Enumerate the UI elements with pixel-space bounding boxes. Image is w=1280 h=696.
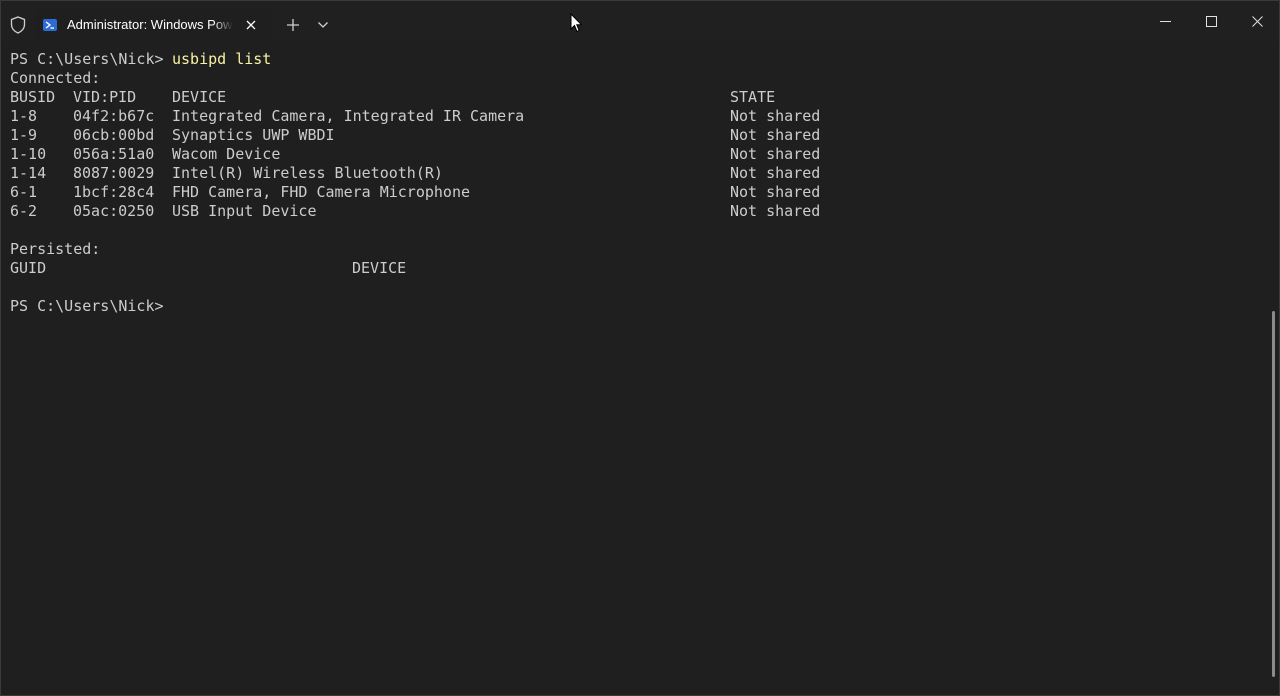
device: Intel(R) Wireless Bluetooth(R) bbox=[172, 164, 443, 182]
minimize-icon bbox=[1160, 21, 1171, 22]
state: Not shared bbox=[730, 145, 821, 163]
table-row: 6-1 1bcf:28c4 FHD Camera, FHD Camera Mic… bbox=[10, 183, 820, 202]
minimize-button[interactable] bbox=[1142, 1, 1188, 41]
busid: 6-2 bbox=[10, 202, 38, 220]
state: Not shared bbox=[730, 202, 821, 220]
header-vidpid: VID:PID bbox=[73, 88, 137, 106]
busid: 1-14 bbox=[10, 164, 47, 182]
command-text: usbipd list bbox=[172, 50, 272, 68]
persisted-header: GUID DEVICE bbox=[10, 259, 406, 278]
vid-pid: 056a:51a0 bbox=[73, 145, 155, 163]
terminal-output[interactable]: PS C:\Users\Nick> usbipd list Connected:… bbox=[1, 41, 1267, 695]
connected-header: BUSID VID:PID DEVICE STATE bbox=[10, 88, 775, 107]
scrollbar[interactable] bbox=[1272, 311, 1275, 677]
table-row: 6-2 05ac:0250 USB Input Device Not share… bbox=[10, 202, 820, 221]
header-device: DEVICE bbox=[172, 88, 227, 106]
table-row: 1-10 056a:51a0 Wacom Device Not shared bbox=[10, 145, 820, 164]
vid-pid: 06cb:00bd bbox=[73, 126, 155, 144]
mouse-cursor-icon bbox=[570, 13, 582, 33]
close-icon[interactable] bbox=[244, 18, 258, 32]
busid: 1-9 bbox=[10, 126, 38, 144]
persisted-label: Persisted: bbox=[10, 240, 101, 258]
header-device: DEVICE bbox=[352, 259, 407, 277]
maximize-button[interactable] bbox=[1188, 1, 1234, 41]
state: Not shared bbox=[730, 183, 821, 201]
close-window-button[interactable] bbox=[1234, 1, 1279, 41]
header-busid: BUSID bbox=[10, 88, 56, 106]
tab-powershell[interactable]: Administrator: Windows PowerShell bbox=[34, 9, 272, 41]
device: Synaptics UWP WBDI bbox=[172, 126, 335, 144]
maximize-icon bbox=[1206, 16, 1217, 27]
table-row: 1-8 04f2:b67c Integrated Camera, Integra… bbox=[10, 107, 820, 126]
terminal-window: Administrator: Windows PowerShell bbox=[0, 0, 1280, 696]
state: Not shared bbox=[730, 164, 821, 182]
device: Wacom Device bbox=[172, 145, 281, 163]
final-prompt: PS C:\Users\Nick> bbox=[10, 297, 164, 315]
title-bar[interactable]: Administrator: Windows PowerShell bbox=[1, 1, 1279, 41]
device: Integrated Camera, Integrated IR Camera bbox=[172, 107, 525, 125]
connected-label: Connected: bbox=[10, 69, 101, 87]
device: USB Input Device bbox=[172, 202, 317, 220]
busid: 1-10 bbox=[10, 145, 47, 163]
vid-pid: 8087:0029 bbox=[73, 164, 155, 182]
vid-pid: 05ac:0250 bbox=[73, 202, 155, 220]
table-row: 1-9 06cb:00bd Synaptics UWP WBDI Not sha… bbox=[10, 126, 820, 145]
state: Not shared bbox=[730, 126, 821, 144]
powershell-icon bbox=[43, 19, 57, 31]
header-guid: GUID bbox=[10, 259, 47, 277]
tab-title: Administrator: Windows PowerShell bbox=[67, 17, 233, 32]
state: Not shared bbox=[730, 107, 821, 125]
device: FHD Camera, FHD Camera Microphone bbox=[172, 183, 471, 201]
prompt: PS C:\Users\Nick> bbox=[10, 50, 164, 68]
busid: 1-8 bbox=[10, 107, 38, 125]
header-state: STATE bbox=[730, 88, 776, 106]
vid-pid: 04f2:b67c bbox=[73, 107, 155, 125]
plus-icon[interactable] bbox=[285, 17, 301, 33]
vid-pid: 1bcf:28c4 bbox=[73, 183, 155, 201]
busid: 6-1 bbox=[10, 183, 38, 201]
chevron-down-icon[interactable] bbox=[317, 21, 329, 29]
table-row: 1-14 8087:0029 Intel(R) Wireless Bluetoo… bbox=[10, 164, 820, 183]
shield-icon bbox=[10, 16, 26, 34]
command-line: PS C:\Users\Nick> usbipd list bbox=[10, 50, 271, 69]
close-icon bbox=[1252, 16, 1263, 27]
